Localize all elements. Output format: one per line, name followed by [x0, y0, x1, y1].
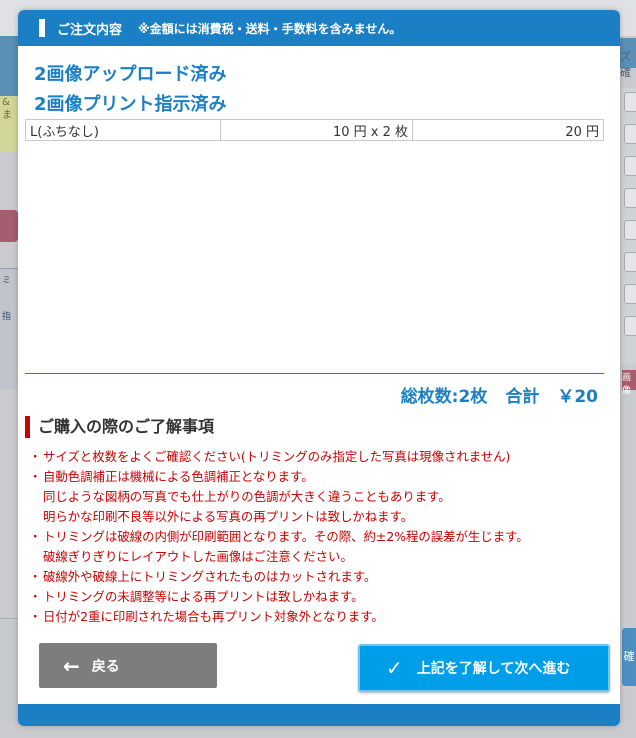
background-right-text: ズ確 — [620, 50, 631, 79]
total-label: 合計 — [505, 387, 540, 407]
background-checkbox — [624, 252, 636, 272]
header-accent-bar — [39, 19, 45, 37]
background-right-column — [620, 88, 636, 364]
back-button[interactable]: ← 戻る — [39, 643, 217, 688]
item-size: L(ふちなし) — [25, 119, 221, 141]
order-confirmation-modal: ご注文内容 ※金額には消費税・送料・手数料を含みません。 2画像アップロード済み… — [18, 10, 620, 726]
notes-title: ご購入の際のご了解事項 — [25, 416, 214, 438]
tax-note: ※金額には消費税・送料・手数料を含みません。 — [138, 21, 402, 36]
arrow-left-icon: ← — [63, 653, 80, 678]
list-item: 破線外や破線上にトリミングされたものはカットされます。 — [29, 567, 611, 587]
accept-and-continue-button[interactable]: ✓ 上記を了解して次へ進む — [358, 644, 610, 692]
back-button-label: 戻る — [91, 658, 120, 675]
background-checkbox — [624, 284, 636, 304]
background-left-list-text-1: ミ — [2, 276, 12, 286]
modal-footer — [18, 704, 620, 726]
table-row: L(ふちなし) 10 円 x 2 枚 20 円 — [25, 119, 604, 141]
list-item: 日付が2重に印刷された場合も再プリント対象外となります。 — [29, 607, 611, 627]
order-items-table: L(ふちなし) 10 円 x 2 枚 20 円 — [25, 119, 604, 141]
background-checkbox — [624, 316, 636, 336]
next-button-label: 上記を了解して次へ進む — [416, 661, 571, 677]
list-item: 同じような図柄の写真でも仕上がりの色調が大きく違うこともあります。 — [43, 489, 451, 504]
background-left-list-text-2: 指 — [2, 312, 12, 322]
background-checkbox — [624, 188, 636, 208]
background-checkbox — [624, 156, 636, 176]
modal-title: ご注文内容 — [57, 22, 123, 38]
background-checkbox — [624, 220, 636, 240]
list-item: トリミングの未調整等による再プリントは致しかねます。 — [29, 587, 611, 607]
list-item: トリミングは破線の内側が印刷範囲となります。その際、約±2%程の誤差が生じます。 — [29, 527, 611, 547]
total-count: 総枚数:2枚 — [400, 387, 488, 407]
item-price-qty: 10 円 x 2 枚 — [220, 119, 413, 141]
notes-list: サイズと枚数をよくご確認ください(トリミングのみ指定した写真は現像されません) … — [29, 447, 611, 627]
modal-header: ご注文内容 ※金額には消費税・送料・手数料を含みません。 — [18, 10, 620, 46]
item-subtotal: 20 円 — [412, 119, 604, 141]
list-item: 明らかな印刷不良等以外による写真の再プリントは致しかねます。 — [43, 509, 414, 524]
list-item: サイズと枚数をよくご確認ください(トリミングのみ指定した写真は現像されません) — [29, 447, 611, 467]
background-left-bottom — [0, 618, 18, 721]
order-table-container: L(ふちなし) 10 円 x 2 枚 20 円 — [25, 119, 604, 374]
upload-status: 2画像アップロード済み — [34, 64, 227, 85]
background-trash-button — [0, 210, 18, 242]
order-totals: 総枚数:2枚 合計 ￥20 — [401, 382, 598, 407]
background-left-note: &ま — [0, 96, 18, 152]
list-item: 破線ぎりぎりにレイアウトした画像はご注意ください。 — [43, 549, 353, 564]
background-right-red-label: 画像 — [622, 370, 636, 396]
background-right-button: 確 — [622, 628, 636, 686]
list-item: 自動色調補正は機械による色調補正となります。 — [29, 467, 611, 487]
print-status: 2画像プリント指示済み — [34, 94, 227, 115]
background-checkbox — [624, 92, 636, 112]
background-checkbox — [624, 124, 636, 144]
total-value: ￥20 — [557, 387, 598, 407]
background-left-list: ミ 指 — [0, 268, 18, 389]
check-icon: ✓ — [386, 656, 403, 680]
